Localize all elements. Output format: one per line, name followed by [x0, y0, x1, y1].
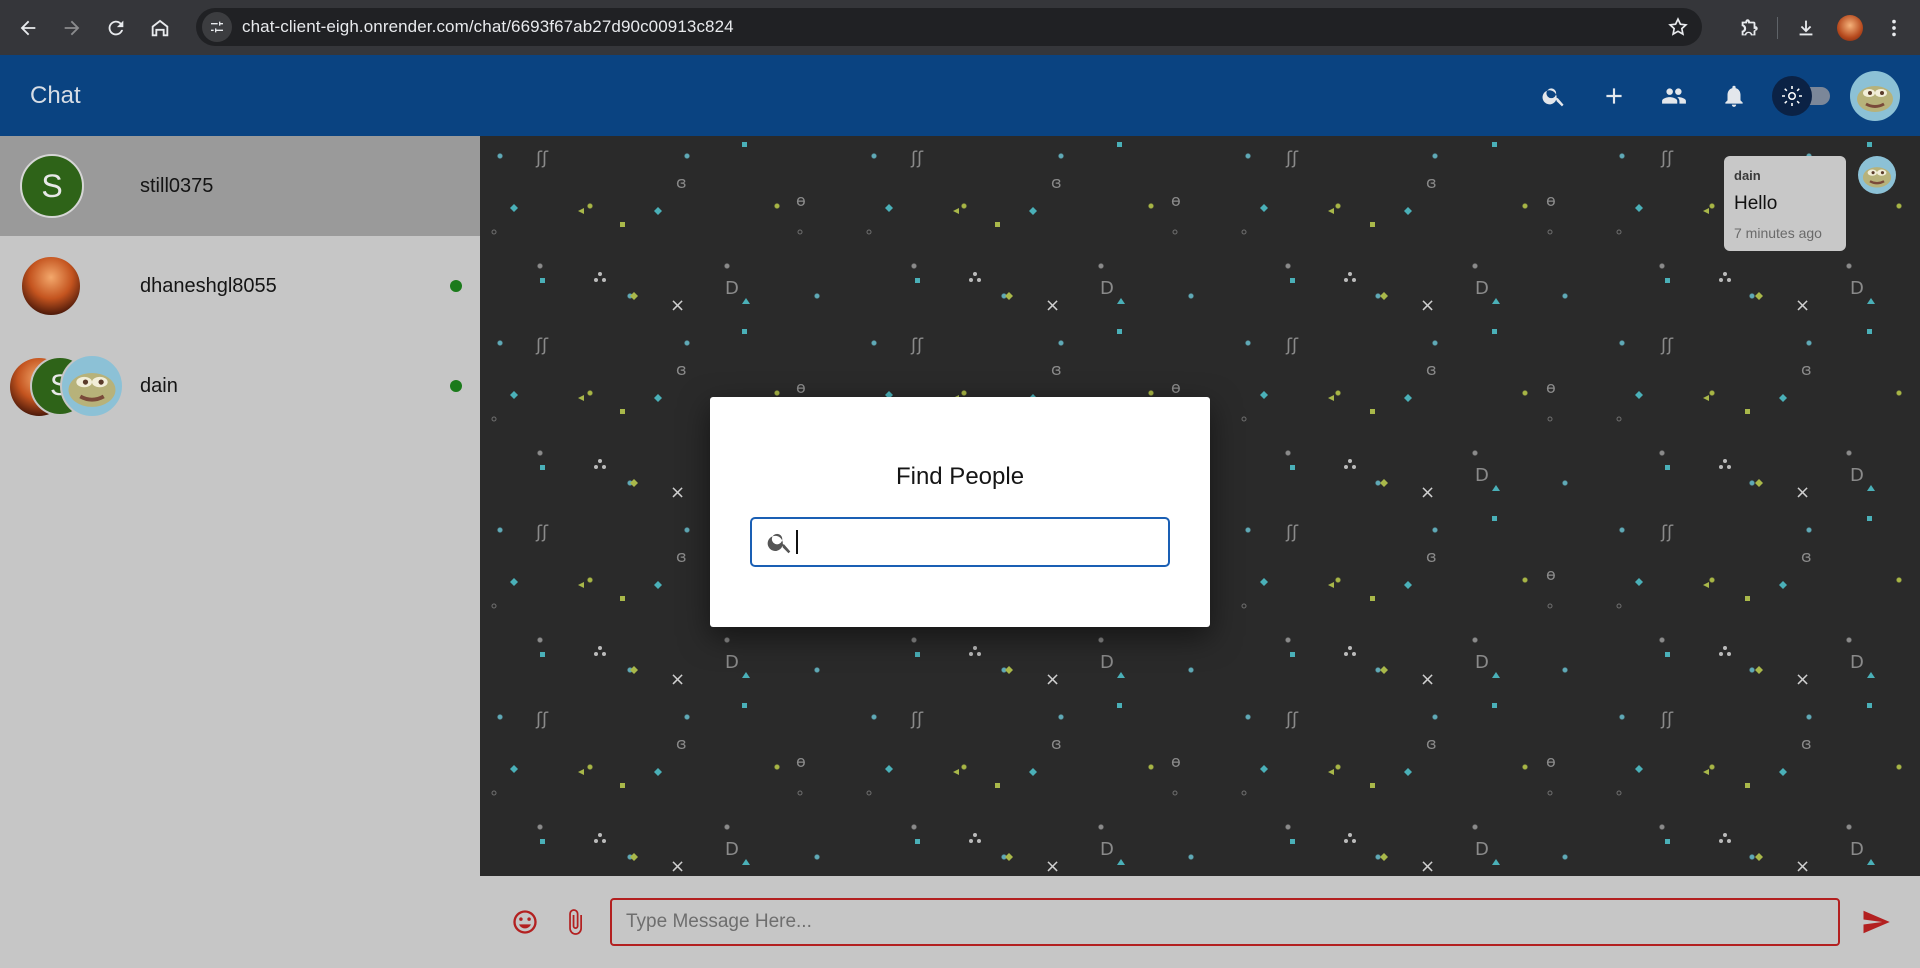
back-icon[interactable]	[6, 6, 50, 50]
contact-item-dain[interactable]: S dain	[0, 336, 480, 436]
contacts-sidebar: S still0375 dhaneshgl8055 S dain	[0, 136, 480, 968]
avatar	[1858, 156, 1896, 194]
emoji-icon[interactable]	[500, 897, 550, 947]
url-text[interactable]: chat-client-eigh.onrender.com/chat/6693f…	[242, 17, 734, 37]
search-icon[interactable]	[1524, 66, 1584, 126]
contact-name: dhaneshgl8055	[140, 274, 277, 297]
message-text: Hello	[1734, 193, 1778, 214]
forward-icon[interactable]	[50, 6, 94, 50]
message-row: dain Hello 7 minutes ago	[1724, 156, 1896, 251]
avatar: S	[20, 154, 84, 218]
app-title: Chat	[30, 81, 81, 109]
avatar	[60, 354, 124, 418]
avatar[interactable]	[1850, 70, 1900, 121]
profile-avatar[interactable]	[1828, 6, 1872, 50]
home-icon[interactable]	[138, 6, 182, 50]
reload-icon[interactable]	[94, 6, 138, 50]
text-caret	[796, 530, 798, 554]
star-icon[interactable]	[1668, 17, 1688, 37]
find-people-dialog: Find People	[710, 397, 1210, 627]
contact-item-still0375[interactable]: S still0375	[0, 136, 480, 236]
message-input[interactable]	[610, 898, 1840, 946]
attachment-icon[interactable]	[550, 897, 600, 947]
group-avatar: S	[10, 354, 130, 418]
browser-toolbar: chat-client-eigh.onrender.com/chat/6693f…	[0, 0, 1920, 55]
sun-icon	[1772, 75, 1812, 116]
contact-name: still0375	[140, 174, 214, 197]
dialog-title: Find People	[895, 463, 1025, 490]
online-status-indicator	[450, 280, 462, 292]
contact-name: dain	[140, 374, 178, 397]
message-timestamp: 7 minutes ago	[1734, 225, 1822, 241]
site-info-icon[interactable]	[202, 12, 232, 42]
add-icon[interactable]	[1584, 66, 1644, 126]
download-icon[interactable]	[1784, 6, 1828, 50]
extensions-icon[interactable]	[1727, 6, 1771, 50]
people-search-input[interactable]	[806, 522, 1146, 562]
avatar	[20, 255, 82, 317]
menu-icon[interactable]	[1872, 6, 1916, 50]
message-sender: dain	[1734, 168, 1761, 183]
contact-item-dhaneshgl8055[interactable]: dhaneshgl8055	[0, 236, 480, 336]
send-icon[interactable]	[1854, 900, 1898, 944]
message-bubble[interactable]: dain Hello 7 minutes ago	[1724, 156, 1846, 251]
toolbar-divider	[1777, 16, 1778, 39]
notifications-icon[interactable]	[1704, 66, 1764, 126]
online-status-indicator	[450, 380, 462, 392]
address-bar[interactable]: chat-client-eigh.onrender.com/chat/6693f…	[196, 8, 1702, 46]
message-composer	[480, 876, 1920, 968]
app-header: Chat	[0, 55, 1920, 136]
theme-toggle[interactable]	[1770, 74, 1834, 118]
search-icon	[767, 533, 791, 554]
people-search-field[interactable]	[750, 517, 1170, 567]
groups-icon[interactable]	[1644, 66, 1704, 126]
